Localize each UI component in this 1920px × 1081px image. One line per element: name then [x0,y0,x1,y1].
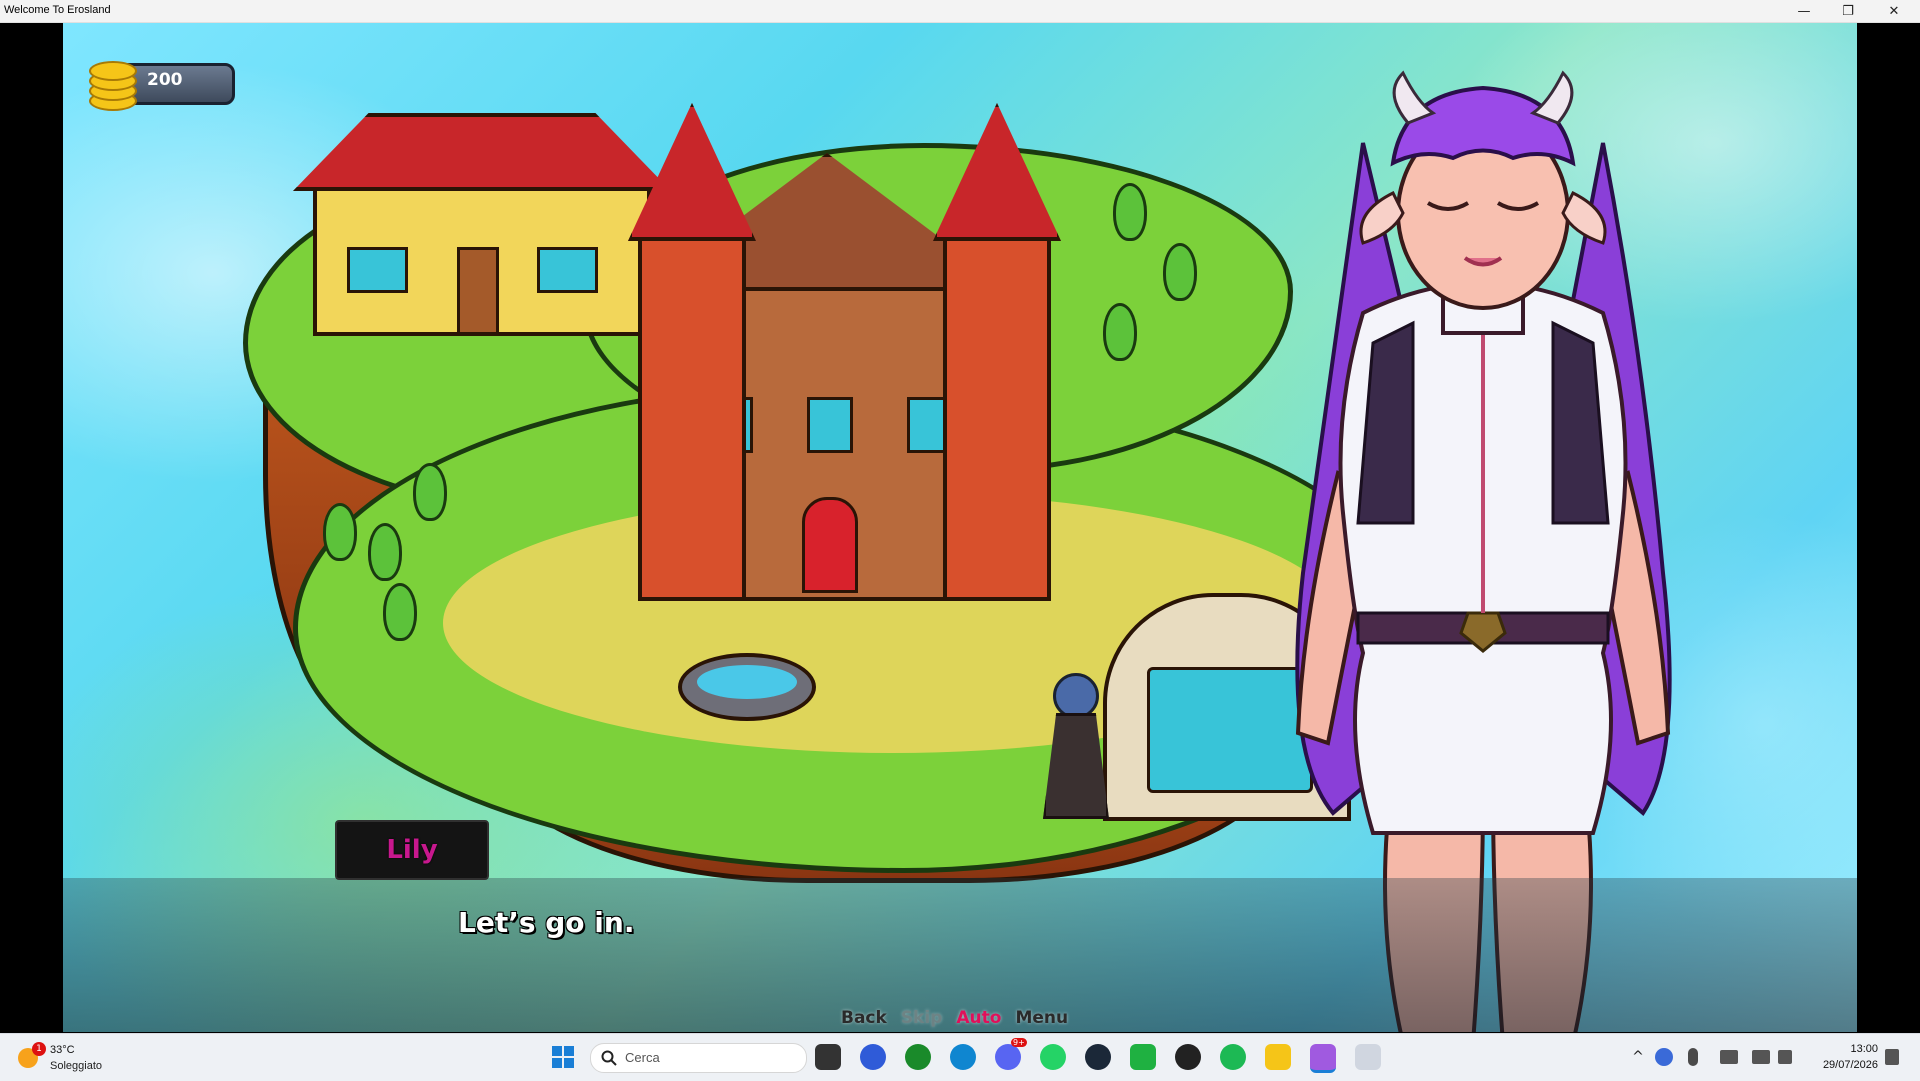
lamp-orb [1053,673,1099,719]
clock-time: 13:00 [1850,1043,1878,1055]
tree [1113,183,1147,241]
spotify-icon[interactable] [1220,1044,1246,1070]
xbox-icon[interactable] [905,1044,931,1070]
house [313,173,651,336]
system-clock[interactable]: 13:00 29/07/2026 [1823,1041,1878,1073]
snipping-tool-icon[interactable] [1355,1044,1381,1070]
weather-temperature: 33°C [50,1044,75,1056]
edge-icon[interactable] [950,1044,976,1070]
restore-icon: ❐ [1842,3,1854,19]
notification-icon[interactable] [1885,1049,1899,1065]
speaker-name: Lily [386,835,438,865]
start-button[interactable] [550,1044,576,1070]
obs-icon[interactable] [1175,1044,1201,1070]
auto-button[interactable]: Auto [956,1008,1001,1028]
weather-badge: 1 [32,1042,46,1056]
close-icon: ✕ [1888,3,1900,19]
tree [323,503,357,561]
house-roof [293,113,671,191]
restore-button[interactable]: ❐ [1826,0,1870,22]
tree [1163,243,1197,301]
dialogue-text: Let’s go in. [458,906,635,939]
tree [413,463,447,521]
menu-button[interactable]: Menu [1015,1008,1068,1028]
fountain [678,653,816,721]
skip-button[interactable]: Skip [901,1008,943,1028]
steam-icon[interactable] [1085,1044,1111,1070]
coin-icon [87,57,137,111]
tree [368,523,402,581]
game-viewport[interactable]: 200 Lily Let’s go in. Back Skip Auto Men… [63,23,1857,1032]
windows-icon [552,1046,574,1068]
tree [383,583,417,641]
back-button[interactable]: Back [841,1008,887,1028]
minimize-icon: — [1797,3,1811,19]
whatsapp-icon[interactable] [1040,1044,1066,1070]
discord-icon[interactable]: 9+ [995,1038,1027,1070]
mansion-tower-right [943,223,1051,601]
task-view-icon[interactable] [815,1044,841,1070]
coin-value: 200 [147,70,183,90]
minimize-button[interactable]: — [1782,0,1826,22]
network-icon[interactable] [1752,1050,1770,1064]
taskbar-search[interactable]: Cerca [590,1043,807,1073]
close-button[interactable]: ✕ [1872,0,1916,22]
weather-description: Soleggiato [50,1060,102,1072]
window-title-bar: Welcome To Erosland — ❐ ✕ [0,0,1920,23]
mansion-tower-left [638,223,746,601]
sticky-notes-icon[interactable] [1265,1044,1291,1070]
onedrive-icon[interactable] [1655,1048,1673,1066]
microphone-icon[interactable] [1688,1048,1698,1066]
taskbar: 1 33°C Soleggiato Cerca 9+ ^ 13:00 29/07… [0,1033,1920,1081]
erosland-game-icon[interactable] [1310,1044,1336,1073]
search-placeholder: Cerca [625,1050,660,1065]
discord-badge: 9+ [1011,1038,1027,1047]
tree [1103,303,1137,361]
chevron-up-icon[interactable]: ^ [1625,1044,1651,1070]
search-icon [601,1050,617,1066]
volume-icon[interactable] [1778,1050,1792,1064]
keyboard-icon[interactable] [1720,1050,1738,1064]
proton-vpn-icon[interactable] [860,1044,886,1070]
quick-menu: Back Skip Auto Menu [841,1008,1068,1028]
s-app-icon[interactable] [1130,1044,1156,1070]
clock-date: 29/07/2026 [1822,1059,1878,1071]
window-title: Welcome To Erosland [4,4,111,16]
speaker-name-box: Lily [335,820,489,880]
